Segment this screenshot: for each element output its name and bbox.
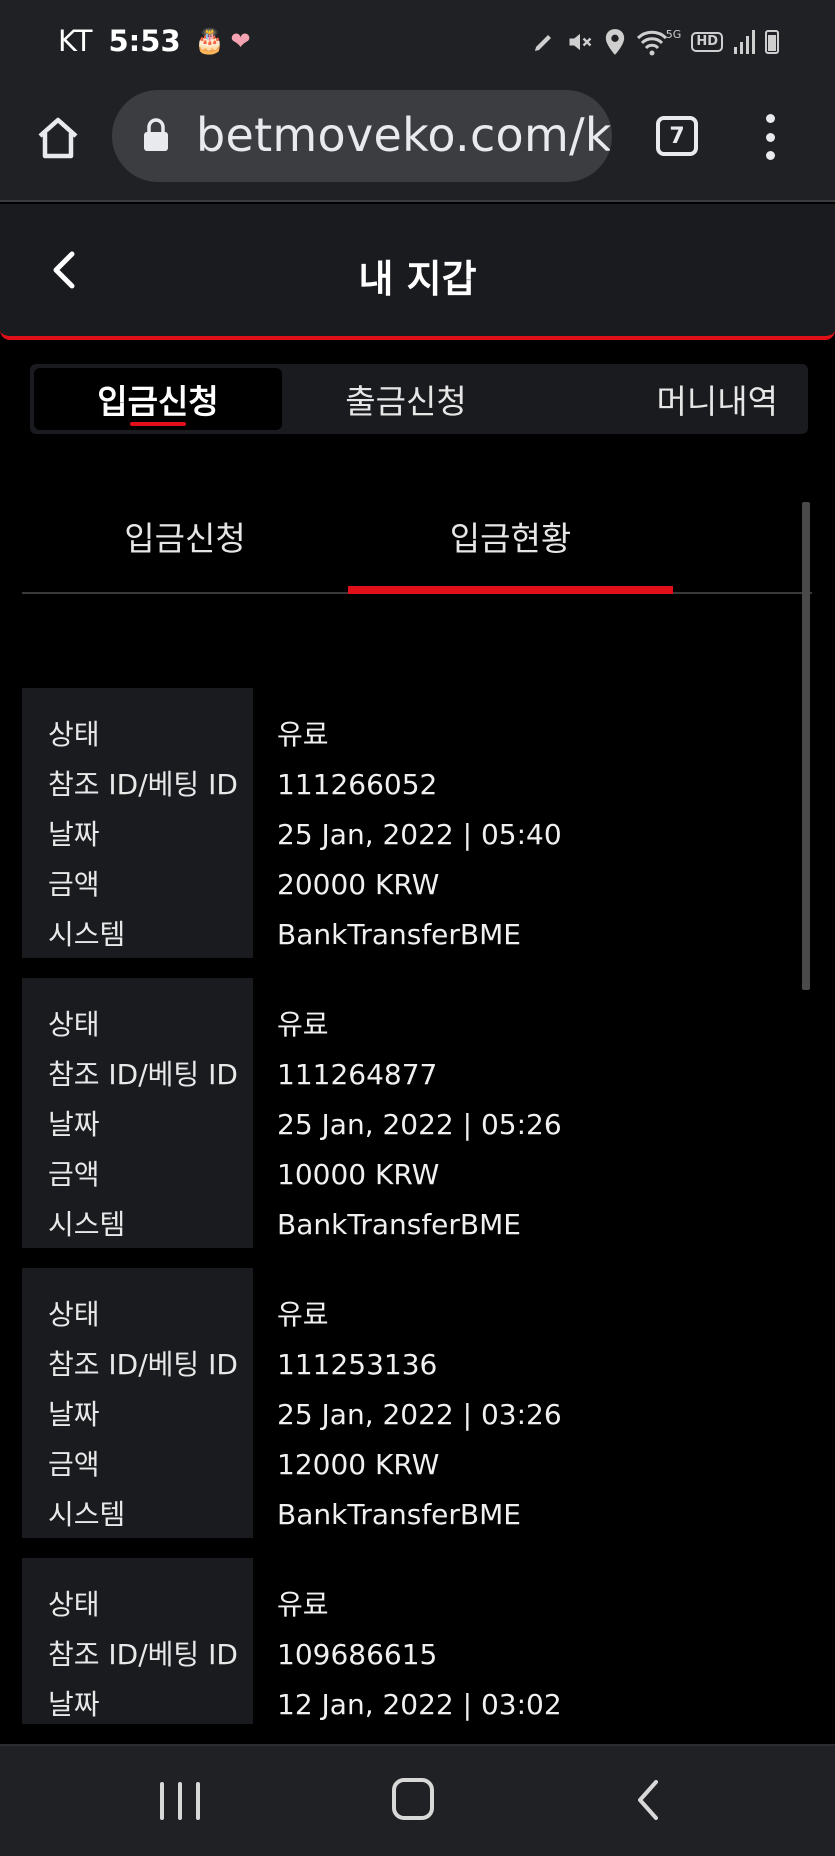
carrier-label: KT xyxy=(58,24,93,58)
record-labels: 상태 참조 ID/베팅 ID 날짜 금액 시스템 xyxy=(22,1268,253,1538)
tab-switcher-button[interactable]: 7 xyxy=(656,116,698,156)
deposit-records-list: 상태 참조 ID/베팅 ID 날짜 금액 시스템 유료 111266052 25… xyxy=(22,688,792,1724)
deposit-record: 상태 참조 ID/베팅 ID 날짜 금액 시스템 유료 111266052 25… xyxy=(22,688,792,958)
record-labels: 상태 참조 ID/베팅 ID 날짜 xyxy=(22,1558,253,1724)
system-value: BankTransferBME xyxy=(277,918,521,951)
address-bar[interactable]: betmoveko.com/kc xyxy=(112,90,612,182)
pen-icon xyxy=(532,26,556,58)
deposit-record: 상태 참조 ID/베팅 ID 날짜 유료 109686615 12 Jan, 2… xyxy=(22,1558,792,1724)
mute-icon xyxy=(566,26,594,58)
record-values: 유료 111266052 25 Jan, 2022 | 05:40 20000 … xyxy=(253,688,792,958)
date-value: 25 Jan, 2022 | 05:40 xyxy=(277,818,562,851)
date-label: 날짜 xyxy=(48,1108,100,1141)
status-label: 상태 xyxy=(48,1588,100,1621)
tab-money-history[interactable]: 머니내역 xyxy=(530,368,804,430)
record-values: 유료 109686615 12 Jan, 2022 | 03:02 xyxy=(253,1558,792,1724)
amount-value: 10000 KRW xyxy=(277,1158,440,1191)
date-label: 날짜 xyxy=(48,1398,100,1431)
reference-id-value: 111266052 xyxy=(277,768,438,801)
reference-id-label: 참조 ID/베팅 ID xyxy=(48,1058,238,1091)
reference-id-value: 111253136 xyxy=(277,1348,438,1381)
status-label: 상태 xyxy=(48,1008,100,1041)
deposit-record: 상태 참조 ID/베팅 ID 날짜 금액 시스템 유료 111264877 25… xyxy=(22,978,792,1248)
record-values: 유료 111253136 25 Jan, 2022 | 03:26 12000 … xyxy=(253,1268,792,1538)
url-text: betmoveko.com/kc xyxy=(196,108,612,162)
location-icon xyxy=(604,26,626,58)
status-value: 유료 xyxy=(277,1588,329,1621)
subtab-deposit-request[interactable]: 입금신청 xyxy=(22,480,348,592)
page-title: 내 지갑 xyxy=(358,257,477,301)
record-values: 유료 111264877 25 Jan, 2022 | 05:26 10000 … xyxy=(253,978,792,1248)
nav-back-icon[interactable] xyxy=(634,1778,662,1822)
system-label: 시스템 xyxy=(48,1498,126,1531)
deposit-subtabs: 입금신청 입금현황 xyxy=(22,480,812,594)
date-value: 12 Jan, 2022 | 03:02 xyxy=(277,1688,562,1721)
battery-icon xyxy=(765,26,779,58)
status-label: 상태 xyxy=(48,718,100,751)
tab-withdraw-request[interactable]: 출금신청 xyxy=(282,368,530,430)
system-value: BankTransferBME xyxy=(277,1208,521,1241)
system-value: BankTransferBME xyxy=(277,1498,521,1531)
lock-icon xyxy=(142,118,170,152)
system-label: 시스템 xyxy=(48,918,126,951)
deposit-record: 상태 참조 ID/베팅 ID 날짜 금액 시스템 유료 111253136 25… xyxy=(22,1268,792,1538)
reference-id-label: 참조 ID/베팅 ID xyxy=(48,768,238,801)
signal-icon xyxy=(733,26,755,58)
date-value: 25 Jan, 2022 | 05:26 xyxy=(277,1108,562,1141)
cake-icon: 🎂 xyxy=(194,27,225,55)
hd-label: HD xyxy=(691,32,723,52)
record-labels: 상태 참조 ID/베팅 ID 날짜 금액 시스템 xyxy=(22,978,253,1248)
home-icon[interactable] xyxy=(34,114,82,162)
wallet-header: 내 지갑 xyxy=(0,204,835,340)
record-labels: 상태 참조 ID/베팅 ID 날짜 금액 시스템 xyxy=(22,688,253,958)
status-value: 유료 xyxy=(277,1008,329,1041)
subtab-deposit-status[interactable]: 입금현황 xyxy=(348,480,673,594)
status-label: 상태 xyxy=(48,1298,100,1331)
reference-id-value: 109686615 xyxy=(277,1638,438,1671)
status-bar: KT 5:53 🎂 ❤ 5G HD xyxy=(0,0,835,86)
scrollbar[interactable] xyxy=(802,502,810,990)
wallet-tabs: 입금신청 출금신청 머니내역 xyxy=(30,364,808,434)
date-label: 날짜 xyxy=(48,1688,100,1721)
amount-value: 20000 KRW xyxy=(277,868,440,901)
status-value: 유료 xyxy=(277,718,329,751)
amount-value: 12000 KRW xyxy=(277,1448,440,1481)
more-menu-icon[interactable] xyxy=(760,114,780,160)
system-label: 시스템 xyxy=(48,1208,126,1241)
wifi-icon xyxy=(636,26,668,58)
amount-label: 금액 xyxy=(48,1158,100,1191)
network-type-label: 5G xyxy=(665,27,682,41)
hd-voice-icon: HD xyxy=(691,26,723,58)
browser-toolbar: betmoveko.com/kc 7 xyxy=(0,86,835,202)
reference-id-label: 참조 ID/베팅 ID xyxy=(48,1348,238,1381)
amount-label: 금액 xyxy=(48,868,100,901)
heart-icon: ❤ xyxy=(230,27,251,55)
status-left: KT 5:53 🎂 ❤ xyxy=(58,24,257,58)
reference-id-value: 111264877 xyxy=(277,1058,438,1091)
date-value: 25 Jan, 2022 | 03:26 xyxy=(277,1398,562,1431)
status-right: 5G HD xyxy=(532,26,779,58)
home-button-icon[interactable] xyxy=(392,1778,434,1820)
system-navigation-bar xyxy=(0,1744,835,1856)
tab-deposit-request[interactable]: 입금신청 xyxy=(34,368,282,430)
reference-id-label: 참조 ID/베팅 ID xyxy=(48,1638,238,1671)
recent-apps-icon[interactable] xyxy=(160,1782,200,1820)
date-label: 날짜 xyxy=(48,818,100,851)
clock: 5:53 xyxy=(108,24,181,58)
amount-label: 금액 xyxy=(48,1448,100,1481)
status-value: 유료 xyxy=(277,1298,329,1331)
